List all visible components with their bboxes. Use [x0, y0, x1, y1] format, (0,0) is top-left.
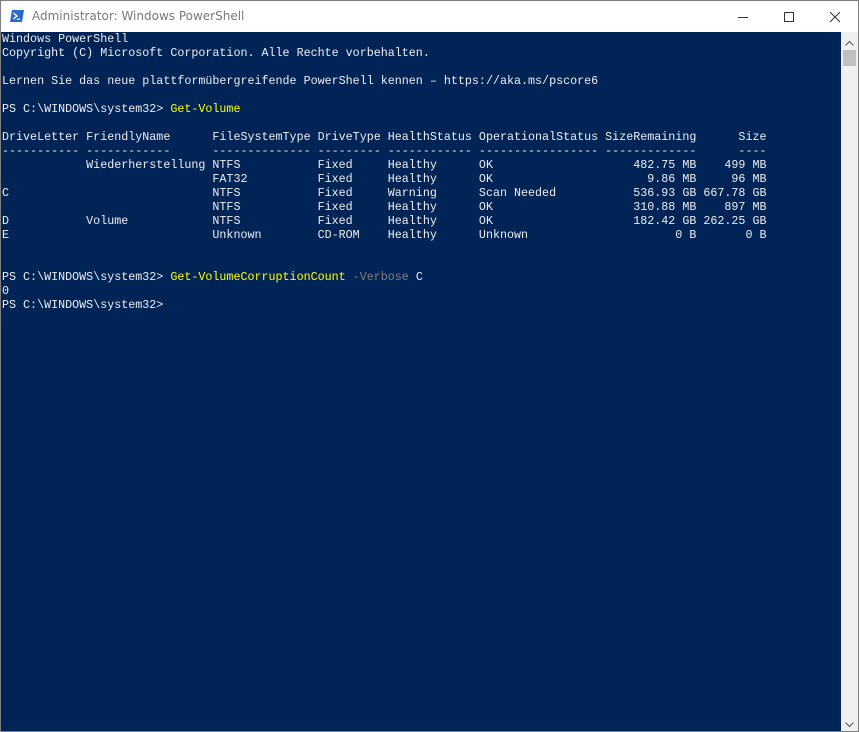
console-text: Windows PowerShell Copyright (C) Microso… [1, 32, 841, 312]
verbose-parameter: -Verbose [352, 270, 409, 284]
command-argument: C [415, 270, 423, 284]
maximize-icon [784, 7, 794, 26]
powershell-icon [9, 8, 25, 24]
scroll-up-button[interactable] [841, 32, 858, 49]
console-output[interactable]: Windows PowerShell Copyright (C) Microso… [1, 32, 841, 731]
table-row: D Volume NTFS Fixed Healthy OK 182.42 GB… [2, 214, 767, 228]
console-header-line: Copyright (C) Microsoft Corporation. All… [2, 46, 430, 60]
table-row: Wiederherstellung NTFS Fixed Healthy OK … [2, 158, 767, 172]
table-row: E Unknown CD-ROM Healthy Unknown 0 B 0 B [2, 228, 767, 242]
console-header-line: Windows PowerShell [2, 32, 129, 46]
command-output: 0 [2, 284, 10, 298]
maximize-button[interactable] [766, 1, 812, 31]
command-get-volume-corruption-count: Get-VolumeCorruptionCount [170, 270, 346, 284]
chevron-up-icon [845, 31, 854, 50]
scroll-down-button[interactable] [841, 714, 858, 731]
close-icon [829, 7, 841, 26]
current-prompt[interactable]: PS C:\WINDOWS\system32> [2, 298, 163, 312]
close-button[interactable] [812, 1, 858, 31]
minimize-icon [738, 7, 748, 26]
prompt: PS C:\WINDOWS\system32> [2, 270, 171, 284]
vertical-scrollbar[interactable] [841, 32, 858, 731]
powershell-window: Administrator: Windows PowerShell Window… [0, 0, 859, 732]
table-row: NTFS Fixed Healthy OK 310.88 MB 897 MB [2, 200, 767, 214]
table-separator: ----------- ------------ -------------- … [2, 144, 767, 158]
table-header: DriveLetter FriendlyName FileSystemType … [2, 130, 767, 144]
title-bar[interactable]: Administrator: Windows PowerShell [1, 1, 858, 31]
prompt: PS C:\WINDOWS\system32> [2, 102, 171, 116]
window-title: Administrator: Windows PowerShell [32, 9, 245, 23]
table-row: C NTFS Fixed Warning Scan Needed 536.93 … [2, 186, 767, 200]
minimize-button[interactable] [720, 1, 766, 31]
chevron-down-icon [845, 713, 854, 731]
console-header-line: Lernen Sie das neue plattformübergreifen… [2, 74, 599, 88]
scroll-thumb[interactable] [843, 50, 856, 66]
command-get-volume: Get-Volume [170, 102, 241, 116]
table-row: FAT32 Fixed Healthy OK 9.86 MB 96 MB [2, 172, 767, 186]
